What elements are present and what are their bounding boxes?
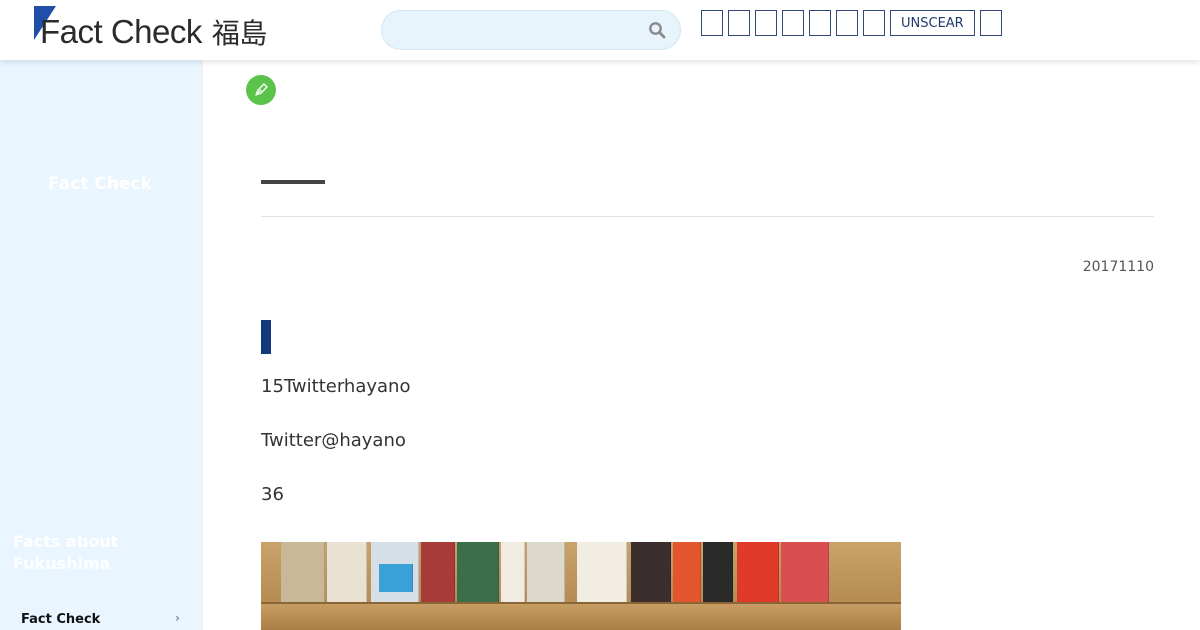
article-photo <box>261 542 901 630</box>
photo-magazine <box>527 542 565 602</box>
logo-kanji: 福島 <box>211 17 268 50</box>
search-icon[interactable] <box>648 21 666 39</box>
photo-magazine-cover <box>379 564 413 592</box>
nav-unscear-button[interactable]: UNSCEAR <box>890 10 975 36</box>
paragraph: Twitter@hayano <box>261 430 406 451</box>
photo-magazine <box>501 542 525 602</box>
pen-icon <box>255 83 268 96</box>
paragraph: 36 <box>261 484 284 505</box>
site-logo[interactable]: Fact Check 福島 <box>34 4 268 50</box>
nav-item-8[interactable] <box>979 10 1002 36</box>
nav-item-6[interactable] <box>836 10 858 36</box>
site-header: Fact Check 福島 UNSCEAR <box>0 0 1200 60</box>
nav-item-1[interactable] <box>701 10 723 36</box>
nav-item-4[interactable] <box>782 10 804 36</box>
photo-magazine <box>327 542 367 602</box>
author-badge[interactable] <box>246 75 276 105</box>
title-underline <box>261 180 325 184</box>
paragraph: 15Twitterhayano <box>261 376 411 397</box>
photo-magazine <box>703 542 733 602</box>
section-heading-marker <box>261 320 271 354</box>
photo-magazine <box>281 542 325 602</box>
search-input[interactable] <box>396 19 646 43</box>
photo-magazine <box>421 542 455 602</box>
divider <box>261 216 1154 217</box>
photo-magazine <box>577 542 627 602</box>
photo-magazine <box>737 542 779 602</box>
photo-magazine <box>457 542 499 602</box>
search-box <box>381 10 681 50</box>
sidebar-facts-heading: Facts about Fukushima <box>13 532 119 573</box>
nav-item-7[interactable] <box>863 10 885 36</box>
photo-magazine <box>631 542 671 602</box>
photo-magazine <box>781 542 829 602</box>
sidebar-item-fact-check[interactable]: Fact Check › <box>0 608 200 630</box>
photo-shelf-front <box>261 602 901 630</box>
sidebar-item-label: Fact Check <box>21 611 101 627</box>
nav-item-3[interactable] <box>755 10 777 36</box>
sidebar: Fact Check Facts about Fukushima Fact Ch… <box>0 60 203 630</box>
nav-item-5[interactable] <box>809 10 831 36</box>
chevron-right-icon: › <box>175 611 180 625</box>
logo-text: Fact Check <box>40 13 202 50</box>
top-nav: UNSCEAR <box>701 10 1002 36</box>
post-date: 20171110 <box>1082 259 1154 275</box>
main-content: 20171110 15Twitterhayano Twitter@hayano … <box>203 60 1200 630</box>
nav-item-2[interactable] <box>728 10 750 36</box>
sidebar-title: Fact Check <box>48 174 152 194</box>
photo-magazine <box>673 542 701 602</box>
